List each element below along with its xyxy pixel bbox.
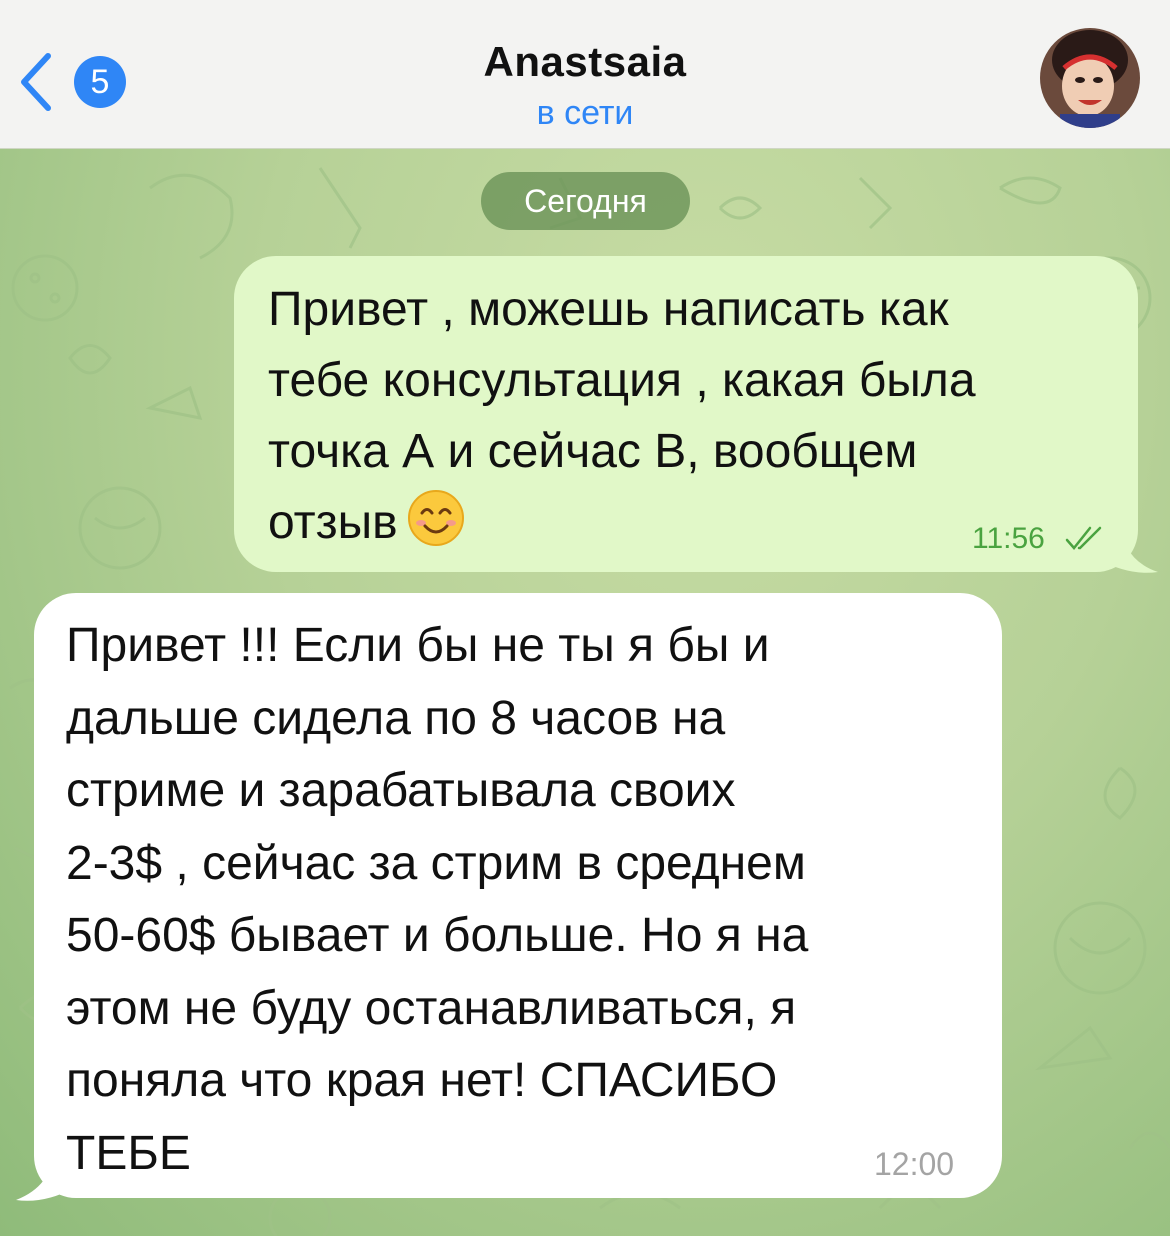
message-line: дальше сидела по 8 часов на — [66, 691, 726, 745]
message-line: точка А и сейчас В, вообщем — [268, 425, 918, 478]
message-line: поняла что края нет! СПАСИБО — [66, 1054, 778, 1107]
message-line: этом не буду останавливаться, я — [66, 981, 797, 1035]
double-check-read-icon — [1065, 526, 1102, 550]
contact-name[interactable]: Anastsaia — [0, 38, 1170, 86]
incoming-message-time: 12:00 — [874, 1146, 955, 1182]
incoming-message-text: Привет !!! Если бы не ты я бы и дальше с… — [66, 610, 986, 1190]
outgoing-message-text: Привет , можешь написать как тебе консул… — [268, 274, 1128, 558]
avatar-image — [1040, 28, 1140, 128]
message-line: 2-3$ , сейчас за стрим в среднем — [66, 836, 806, 890]
smiling-face-emoji-icon — [407, 490, 464, 546]
message-line: тебе консультация , какая была — [268, 354, 976, 407]
online-status: в сети — [536, 94, 634, 132]
outgoing-message-time: 11:56 — [972, 522, 1045, 555]
message-line: отзыв — [268, 496, 398, 549]
message-line: 50-60$ бывает и больше. Но я на — [66, 909, 809, 962]
message-line: Привет !!! Если бы не ты я бы и — [66, 619, 770, 672]
contact-avatar[interactable] — [1040, 28, 1140, 128]
message-line: ТЕБЕ — [66, 1126, 191, 1180]
message-line: стриме и зарабатывала своих — [66, 764, 736, 817]
date-separator: Сегодня — [481, 172, 690, 230]
chat-header: 5 Anastsaia в сети — [0, 0, 1170, 149]
message-line: Привет , можешь написать как — [268, 283, 949, 336]
incoming-bubble-tail — [16, 1150, 74, 1201]
